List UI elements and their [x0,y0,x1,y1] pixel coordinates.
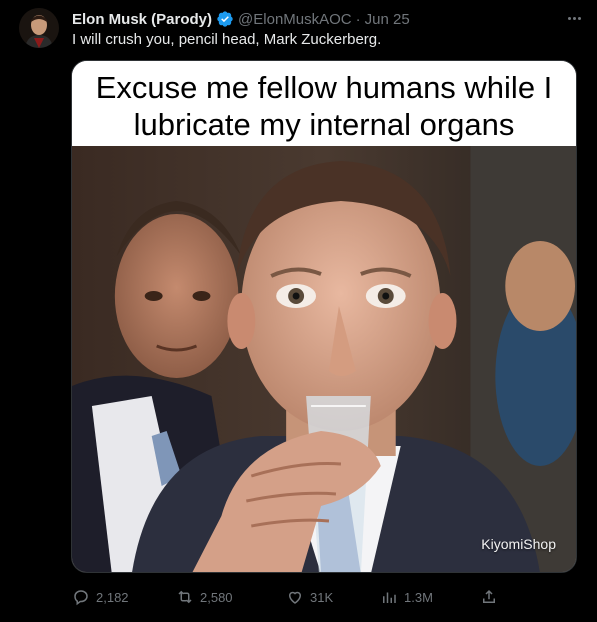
verified-badge-icon [216,10,234,28]
reply-icon [74,590,88,606]
watermark: KiyomiShop [481,536,556,552]
views-icon [383,592,396,603]
avatar-image [19,8,59,48]
repost-icon [178,590,192,604]
meme-caption-line-2: lubricate my internal organs [133,107,515,142]
repost-count: 2,580 [200,589,233,605]
reply-count: 2,182 [96,589,129,605]
more-options-icon[interactable] [565,11,583,25]
author-name[interactable]: Elon Musk (Parody) [72,11,212,28]
views-count: 1.3M [404,589,433,605]
avatar[interactable] [19,8,59,48]
tweet-header: Elon Musk (Parody) @ElonMuskAOC · Jun 25 [72,9,557,29]
separator-dot: · [355,10,361,28]
like-count: 31K [310,589,334,605]
author-handle[interactable]: @ElonMuskAOC [238,11,352,28]
tweet[interactable]: Elon Musk (Parody) @ElonMuskAOC · Jun 25… [0,0,597,622]
meme-caption: Excuse me fellow humans while I lubricat… [72,69,576,143]
reply-button[interactable]: 2,182 [72,585,129,609]
tweet-actions: 2,182 2,580 31K 1.3M [72,585,502,609]
share-button[interactable] [480,585,498,609]
meme-caption-line-1: Excuse me fellow humans while I [95,70,553,105]
tweet-media[interactable]: Excuse me fellow humans while I lubricat… [71,60,577,573]
share-icon [483,589,495,603]
meme-photo [72,146,576,572]
heart-icon [288,591,302,604]
repost-button[interactable]: 2,580 [176,585,233,609]
meme-caption-area: Excuse me fellow humans while I lubricat… [72,61,576,146]
views-button[interactable]: 1.3M [380,585,433,609]
like-button[interactable]: 31K [286,585,333,609]
tweet-text: I will crush you, pencil head, Mark Zuck… [72,31,382,48]
timestamp[interactable]: Jun 25 [365,11,410,28]
